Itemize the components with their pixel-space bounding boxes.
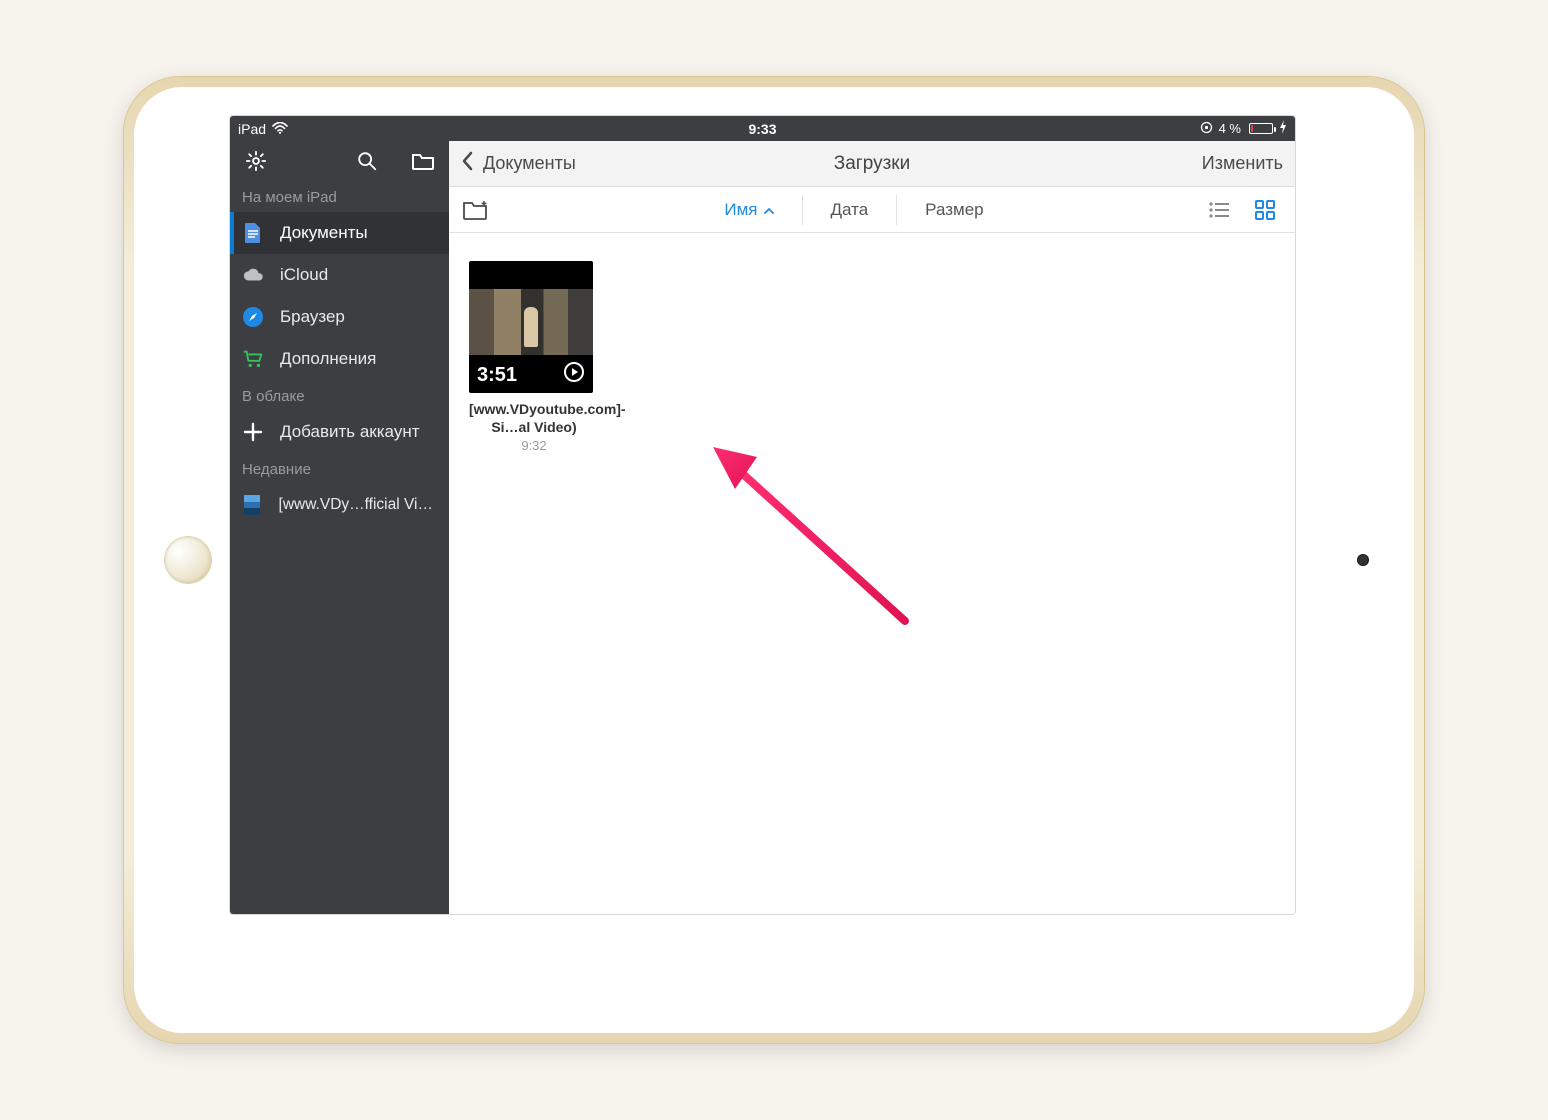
back-button[interactable]: Документы [461, 151, 576, 176]
device-frame: iPad 9:33 4 % [124, 77, 1424, 1043]
section-in-cloud: В облаке [230, 380, 449, 411]
grid-view-icon[interactable] [1253, 198, 1277, 222]
sidebar-item-label: Документы [280, 223, 368, 243]
sidebar-item-browser[interactable]: Браузер [230, 296, 449, 338]
sidebar-item-label: iCloud [280, 265, 328, 285]
sidebar-item-addons[interactable]: Дополнения [230, 338, 449, 380]
screen: iPad 9:33 4 % [229, 115, 1296, 915]
view-toggles [1207, 198, 1295, 222]
sort-date-label: Дата [831, 200, 869, 220]
new-folder-button[interactable] [449, 199, 501, 221]
file-thumbnail: 3:51 [469, 261, 593, 393]
file-duration: 3:51 [477, 364, 517, 387]
home-button[interactable] [165, 537, 211, 583]
page-title: Загрузки [834, 153, 910, 175]
compass-icon [242, 306, 264, 328]
status-right: 4 % [1200, 120, 1287, 137]
cart-icon [242, 348, 264, 370]
status-device-label: iPad [238, 121, 266, 137]
front-camera [1357, 554, 1369, 566]
gear-icon[interactable] [244, 149, 268, 173]
video-file-icon [242, 494, 263, 516]
charging-icon [1279, 120, 1287, 137]
sidebar-item-add-account[interactable]: Добавить аккаунт [230, 411, 449, 453]
sidebar-item-label: Добавить аккаунт [280, 422, 420, 442]
sidebar-item-documents[interactable]: Документы [230, 212, 449, 254]
sidebar-item-label: [www.VDy…fficial Video) [279, 496, 437, 514]
sort-bar: Имя Дата Размер [449, 187, 1295, 233]
file-item[interactable]: 3:51 [www.VDyoutube.com]-Si…al Video) 9:… [469, 261, 599, 453]
status-bar: iPad 9:33 4 % [230, 116, 1295, 141]
orientation-lock-icon [1200, 121, 1213, 137]
main-header: Документы Загрузки Изменить [449, 141, 1295, 187]
sidebar-item-label: Браузер [280, 307, 345, 327]
folder-icon[interactable] [411, 149, 435, 173]
sidebar: На моем iPad Документы iCloud [230, 141, 449, 914]
search-icon[interactable] [355, 149, 379, 173]
battery-icon [1249, 123, 1273, 134]
sort-by-name[interactable]: Имя [696, 195, 801, 225]
edit-button[interactable]: Изменить [1202, 153, 1283, 174]
document-icon [242, 222, 264, 244]
status-time: 9:33 [748, 121, 776, 137]
file-time: 9:32 [469, 438, 599, 453]
sort-by-size[interactable]: Размер [896, 195, 1011, 225]
sort-name-label: Имя [724, 200, 757, 220]
sidebar-item-recent-file[interactable]: [www.VDy…fficial Video) [230, 484, 449, 526]
sort-by-date[interactable]: Дата [802, 195, 897, 225]
sidebar-item-label: Дополнения [280, 349, 376, 369]
content-area: 3:51 [www.VDyoutube.com]-Si…al Video) 9:… [449, 233, 1295, 914]
status-battery-percent: 4 % [1219, 121, 1241, 136]
status-left: iPad [238, 121, 288, 137]
list-view-icon[interactable] [1207, 198, 1231, 222]
play-icon [563, 361, 585, 389]
wifi-icon [272, 121, 288, 137]
sort-group: Имя Дата Размер [501, 195, 1207, 225]
sidebar-toolbar [230, 141, 449, 181]
sort-size-label: Размер [925, 200, 983, 220]
chevron-left-icon [461, 151, 473, 176]
file-name: [www.VDyoutube.com]-Si…al Video) [469, 401, 599, 436]
chevron-up-icon [764, 200, 774, 220]
main-pane: Документы Загрузки Изменить Имя [449, 141, 1295, 914]
plus-icon [242, 421, 264, 443]
cloud-icon [242, 264, 264, 286]
sidebar-item-icloud[interactable]: iCloud [230, 254, 449, 296]
device-bezel: iPad 9:33 4 % [134, 87, 1414, 1033]
section-on-my-ipad: На моем iPad [230, 181, 449, 212]
section-recent: Недавние [230, 453, 449, 484]
thumbnail-overlay: 3:51 [469, 357, 593, 393]
back-label: Документы [483, 153, 576, 174]
